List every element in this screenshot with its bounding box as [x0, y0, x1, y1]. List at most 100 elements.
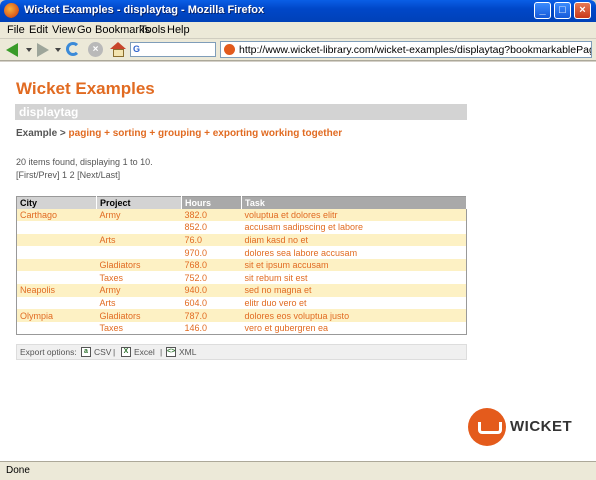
- export-bar: Export options: a CSV | X Excel | <> XML: [16, 344, 467, 360]
- cell-task: accusam sadipscing et labore: [241, 221, 467, 234]
- table-row: Neapolis Army 940.0 sed no magna et: [16, 284, 467, 297]
- cell-hours: 604.0: [181, 296, 242, 310]
- wicket-logo-text: WICKET: [510, 418, 573, 435]
- minimize-button[interactable]: _: [534, 2, 551, 19]
- table-row: 852.0 accusam sadipscing et labore: [16, 221, 467, 234]
- cell-task: sit et ipsum accusam: [241, 258, 467, 272]
- status-text: Done: [6, 465, 30, 476]
- search-input[interactable]: G: [130, 42, 216, 57]
- wicket-logo-icon: [468, 408, 506, 446]
- cell-city: [16, 296, 97, 310]
- cell-task: dolores eos voluptua justo: [241, 309, 467, 322]
- menu-tools[interactable]: Tools: [140, 24, 166, 36]
- table-row: Arts 604.0 elitr duo vero et: [16, 296, 467, 310]
- window-titlebar: Wicket Examples - displaytag - Mozilla F…: [0, 0, 596, 22]
- wicket-logo: WICKET: [468, 408, 578, 448]
- cell-project: [96, 246, 182, 259]
- table-row: Carthago Army 382.0 voluptua et dolores eli…: [16, 208, 467, 222]
- table-row: 970.0 dolores sea labore accusam: [16, 246, 467, 259]
- cell-project: Army: [96, 208, 182, 222]
- col-header-project[interactable]: Project: [96, 196, 182, 209]
- col-header-task[interactable]: Task: [241, 196, 467, 209]
- pager-page-2[interactable]: 2: [70, 170, 75, 180]
- cell-hours: 382.0: [181, 208, 242, 222]
- menu-help[interactable]: Help: [167, 24, 190, 36]
- xml-icon: <>: [166, 347, 176, 357]
- export-separator: |: [160, 347, 163, 357]
- cell-hours: 752.0: [181, 271, 242, 285]
- export-csv-link[interactable]: CSV: [94, 347, 111, 357]
- items-found-text: 20 items found, displaying 1 to 10.: [16, 157, 153, 167]
- page-subtitle: displaytag: [19, 105, 79, 119]
- cell-task: vero et gubergren ea: [241, 321, 467, 335]
- cell-city: [16, 233, 97, 247]
- status-bar: Done: [0, 461, 596, 480]
- navigation-toolbar: × G http://www.wicket-library.com/wicket…: [0, 39, 596, 61]
- back-history-dropdown-icon[interactable]: [26, 48, 32, 52]
- site-favicon-icon: [224, 44, 235, 55]
- cell-city: [16, 271, 97, 285]
- maximize-button[interactable]: □: [554, 2, 571, 19]
- stop-icon[interactable]: ×: [88, 42, 103, 57]
- cell-task: dolores sea labore accusam: [241, 246, 467, 259]
- cell-task: sed no magna et: [241, 284, 467, 297]
- cell-project: Taxes: [96, 271, 182, 285]
- home-icon[interactable]: [110, 42, 128, 60]
- menu-view[interactable]: View: [52, 24, 76, 36]
- cell-hours: 76.0: [181, 233, 242, 247]
- cell-project: Gladiators: [96, 309, 182, 322]
- window-title: Wicket Examples - displaytag - Mozilla F…: [24, 4, 265, 16]
- firefox-icon: [4, 3, 19, 18]
- menu-edit[interactable]: Edit: [29, 24, 48, 36]
- cell-city: [16, 258, 97, 272]
- table-row: Taxes 752.0 sit rebum sit est: [16, 271, 467, 285]
- cell-project: Arts: [96, 296, 182, 310]
- reload-icon[interactable]: [66, 42, 80, 56]
- page-content: Wicket Examples displaytag Example > pag…: [0, 62, 596, 461]
- address-bar[interactable]: http://www.wicket-library.com/wicket-exa…: [220, 41, 592, 58]
- table-row: Arts 76.0 diam kasd no et: [16, 233, 467, 247]
- data-table: City Project Hours Task Carthago Army 382.…: [16, 196, 467, 335]
- csv-icon: a: [81, 347, 91, 357]
- pager-first-prev[interactable]: [First/Prev]: [16, 170, 60, 180]
- export-label: Export options:: [20, 347, 77, 357]
- home-base: [113, 49, 124, 57]
- cell-hours: 146.0: [181, 321, 242, 335]
- table-header-row: City Project Hours Task: [16, 196, 467, 209]
- cell-hours: 970.0: [181, 246, 242, 259]
- col-header-city[interactable]: City: [16, 196, 97, 209]
- export-separator: |: [113, 347, 116, 357]
- table-row: Taxes 146.0 vero et gubergren ea: [16, 321, 467, 335]
- cell-hours: 940.0: [181, 284, 242, 297]
- back-button[interactable]: [4, 41, 22, 59]
- google-search-icon: G: [133, 44, 141, 54]
- cell-task: diam kasd no et: [241, 233, 467, 247]
- col-header-hours[interactable]: Hours: [181, 196, 242, 209]
- cell-city: Neapolis: [16, 284, 97, 297]
- menu-file[interactable]: File: [7, 24, 25, 36]
- cell-project: [96, 221, 182, 234]
- export-xml-link[interactable]: XML: [179, 347, 196, 357]
- cell-city: Olympia: [16, 309, 97, 322]
- table-row: Gladiators 768.0 sit et ipsum accusam: [16, 258, 467, 272]
- excel-icon: X: [121, 347, 131, 357]
- close-button[interactable]: ×: [574, 2, 591, 19]
- export-excel-link[interactable]: Excel: [134, 347, 155, 357]
- cell-project: Gladiators: [96, 258, 182, 272]
- back-arrow-icon: [6, 43, 18, 57]
- menu-go[interactable]: Go: [77, 24, 92, 36]
- pager-next-last[interactable]: [Next/Last]: [77, 170, 120, 180]
- cell-city: Carthago: [16, 208, 97, 222]
- forward-history-dropdown-icon[interactable]: [55, 48, 61, 52]
- cell-task: voluptua et dolores elitr: [241, 208, 467, 222]
- cell-city: [16, 321, 97, 335]
- forward-button[interactable]: [33, 41, 51, 59]
- cell-hours: 852.0: [181, 221, 242, 234]
- home-roof: [110, 42, 126, 49]
- cell-city: [16, 221, 97, 234]
- breadcrumb-prefix: Example >: [16, 128, 66, 139]
- pager: [First/Prev] 1 2 [Next/Last]: [16, 170, 120, 180]
- subtitle-bar: displaytag: [15, 104, 467, 120]
- cell-task: sit rebum sit est: [241, 271, 467, 285]
- breadcrumb-link[interactable]: paging + sorting + grouping + exporting …: [69, 128, 343, 139]
